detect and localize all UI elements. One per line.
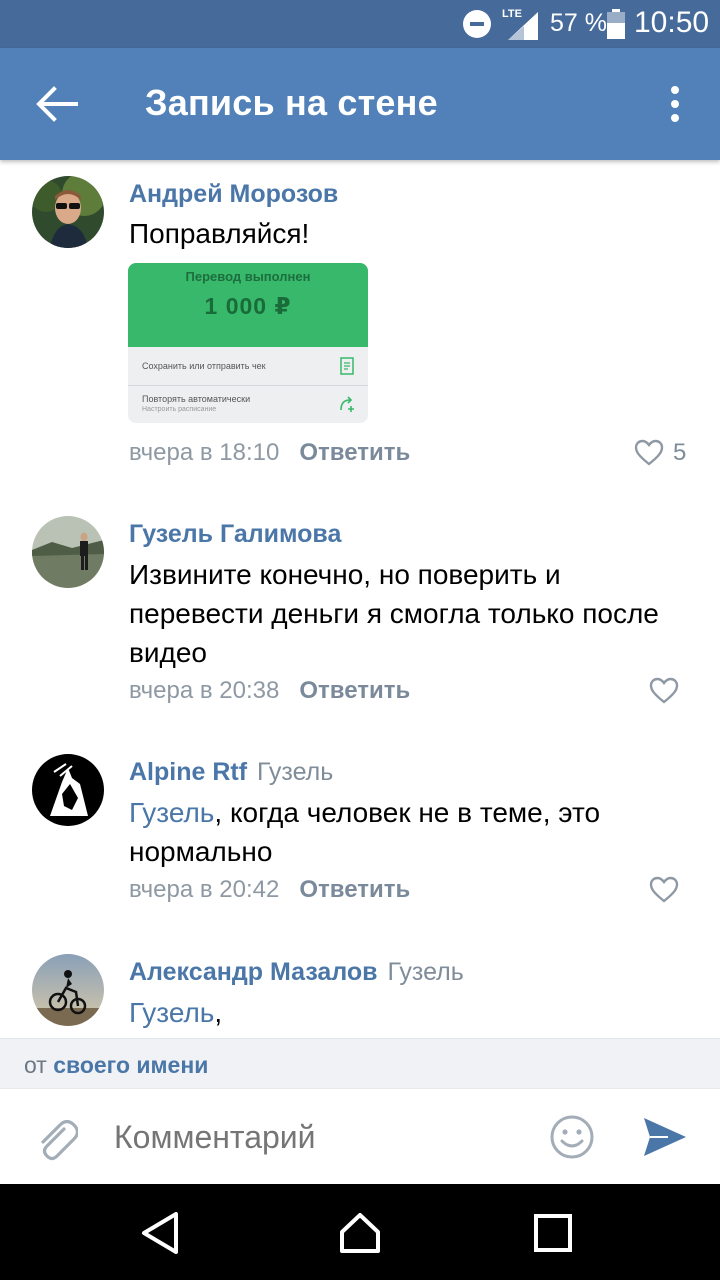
repeat-icon: [340, 396, 354, 412]
nav-recents-icon[interactable]: [530, 1210, 576, 1256]
comment-author[interactable]: Андрей Морозов: [129, 180, 338, 209]
like-count: 5: [673, 439, 687, 466]
avatar[interactable]: [32, 754, 104, 826]
comment-time: вчера в 18:10: [129, 439, 280, 466]
comment-author[interactable]: Александр Мазалов Гузель: [129, 958, 464, 987]
comment-text: Гузель, когда человек не в теме, это нор…: [129, 797, 601, 867]
battery-icon: [607, 9, 625, 39]
comment-author[interactable]: Гузель Галимова: [129, 520, 341, 549]
transfer-amount: 1 000 ₽: [204, 293, 292, 319]
mention-link[interactable]: Гузель: [129, 997, 214, 1028]
transfer-title: Перевод выполнен: [185, 269, 311, 284]
comment-text: Извините конечно, но поверить и перевест…: [129, 559, 659, 668]
comment-input-bar: [0, 1088, 720, 1185]
paperclip-icon[interactable]: [34, 1115, 78, 1163]
system-nav-bar: [0, 1184, 720, 1280]
post-as-label: от своего имени: [24, 1052, 209, 1078]
battery-percent: 57 %: [550, 9, 607, 37]
nav-home-icon[interactable]: [337, 1210, 383, 1256]
reply-button[interactable]: Ответить: [299, 439, 410, 466]
page-title: Запись на стене: [145, 82, 438, 123]
signal-icon: [508, 12, 538, 40]
reply-button[interactable]: Ответить: [299, 876, 410, 903]
clock: 10:50: [634, 6, 710, 39]
mention-link[interactable]: Гузель: [129, 797, 214, 828]
more-vert-icon[interactable]: [660, 82, 690, 126]
send-icon[interactable]: [642, 1116, 688, 1158]
divider: [128, 385, 368, 386]
comment-meta: вчера в 20:42 Ответить: [129, 876, 410, 904]
transfer-action-repeat: Повторять автоматически: [142, 394, 251, 404]
comment-time: вчера в 20:38: [129, 677, 280, 704]
comment-text: Поправляйся!: [129, 218, 310, 249]
comment-meta: вчера в 18:10 Ответить: [129, 439, 410, 467]
app-toolbar: Запись на стене: [0, 48, 720, 160]
comments-list: Андрей Морозов Поправляйся! Перевод выпо…: [0, 160, 720, 1038]
reply-button[interactable]: Ответить: [299, 677, 410, 704]
transfer-action-repeat-sub: Настроить расписание: [142, 406, 217, 413]
heart-icon[interactable]: [649, 876, 679, 904]
status-bar: LTE 57 % 10:50: [0, 0, 720, 48]
reply-to-name[interactable]: Гузель: [388, 958, 464, 986]
transfer-receipt-image[interactable]: Перевод выполнен 1 000 ₽ Сохранить или о…: [128, 263, 368, 423]
heart-icon[interactable]: [649, 677, 679, 705]
heart-icon[interactable]: [634, 439, 664, 467]
avatar[interactable]: [32, 954, 104, 1026]
comment-input[interactable]: [114, 1119, 534, 1156]
emoji-icon[interactable]: [548, 1113, 596, 1161]
transfer-action-save: Сохранить или отправить чек: [142, 361, 266, 371]
do-not-disturb-icon: [463, 10, 491, 38]
avatar[interactable]: [32, 516, 104, 588]
receipt-icon: [340, 357, 354, 375]
comment-time: вчера в 20:42: [129, 876, 280, 903]
avatar[interactable]: [32, 176, 104, 248]
back-arrow-icon[interactable]: [32, 84, 80, 124]
nav-back-icon[interactable]: [138, 1210, 184, 1256]
comment-text: Гузель,: [129, 997, 223, 1028]
post-as-bar: от своего имени: [0, 1038, 720, 1089]
reply-to-name[interactable]: Гузель: [257, 758, 333, 786]
post-as-link[interactable]: своего имени: [53, 1052, 208, 1078]
comment-author[interactable]: Alpine Rtf Гузель: [129, 758, 333, 787]
comment-meta: вчера в 20:38 Ответить: [129, 677, 410, 705]
